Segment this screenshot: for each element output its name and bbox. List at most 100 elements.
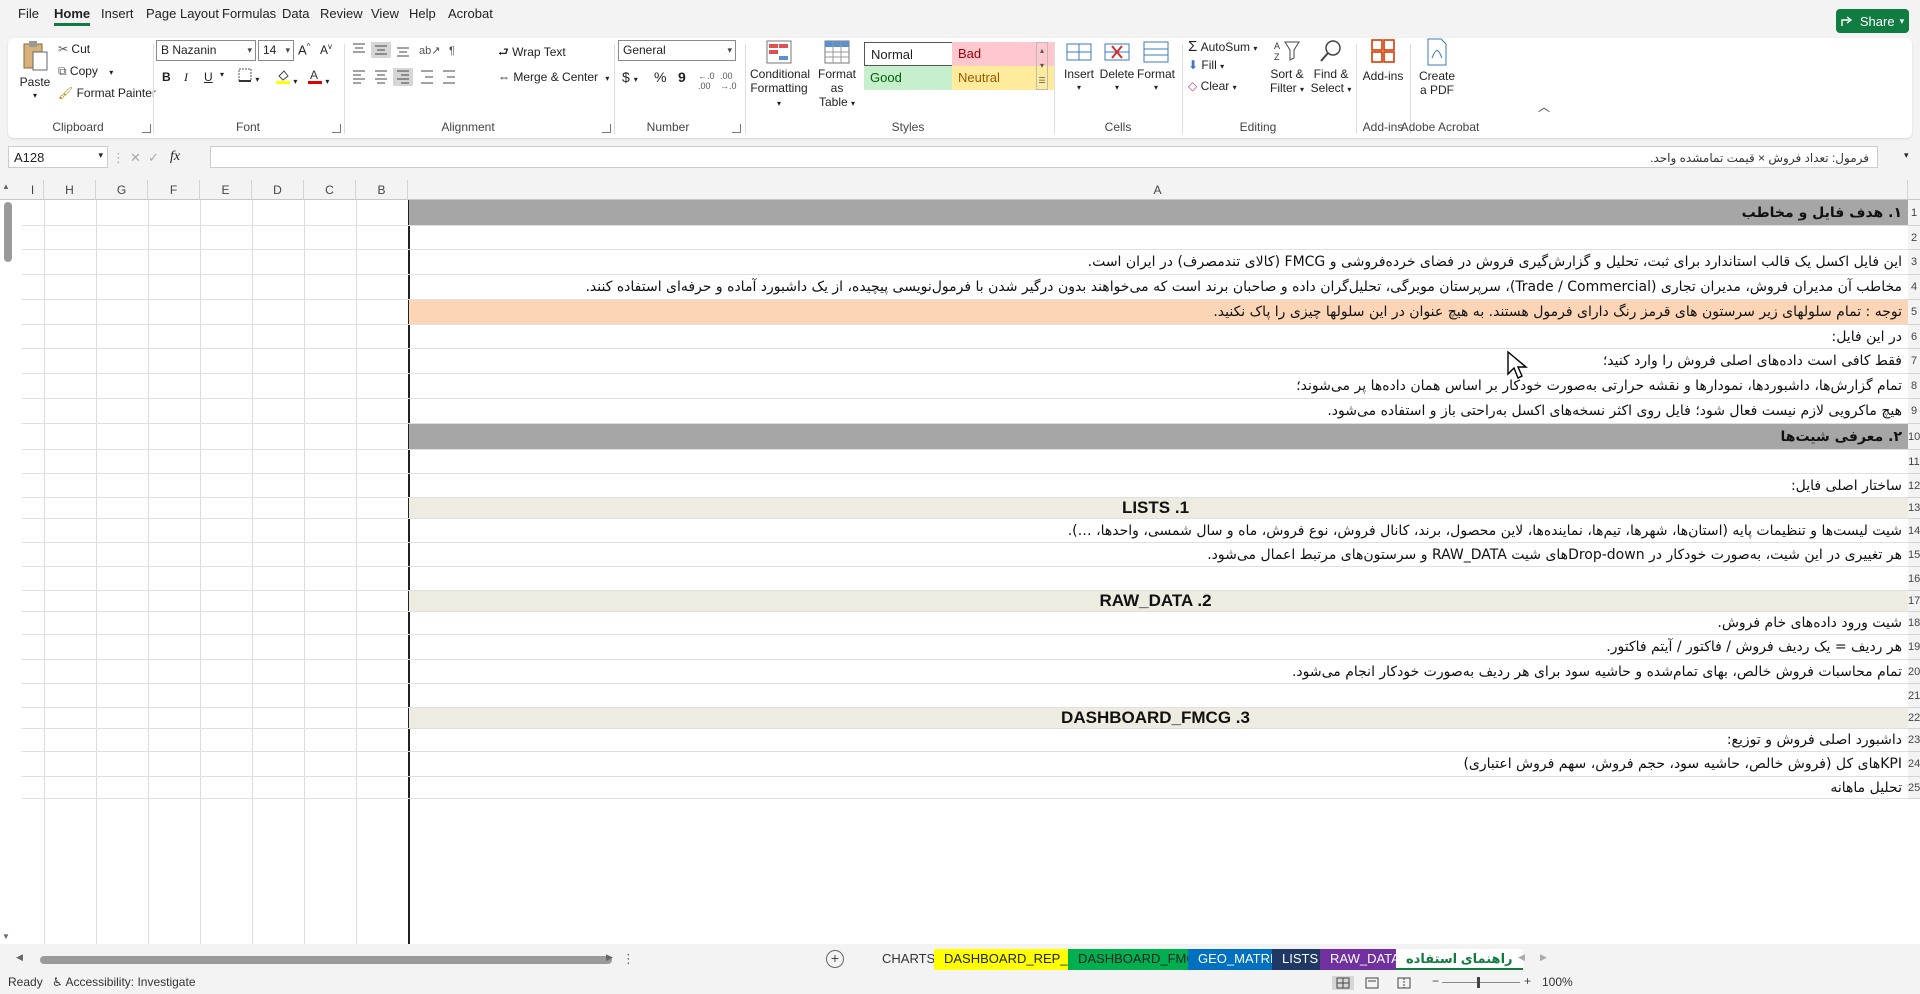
increase-decimal-button[interactable]: ←.0.00 bbox=[698, 71, 715, 91]
cell-a[interactable] bbox=[409, 226, 1908, 249]
decrease-font-button[interactable]: Av bbox=[320, 42, 332, 57]
menu-view[interactable]: View bbox=[371, 6, 399, 21]
number-format-select[interactable]: General ▾ bbox=[618, 40, 736, 61]
cell-a[interactable] bbox=[409, 567, 1908, 590]
add-sheet-button[interactable]: + bbox=[826, 950, 844, 968]
name-box[interactable]: A128 ▾ bbox=[8, 146, 108, 168]
cell-a[interactable]: هیچ ماکرویی لازم نیست فعال شود؛ فایل روی… bbox=[409, 399, 1908, 423]
add-ins-button[interactable]: Add-ins bbox=[1360, 38, 1406, 83]
cell-a[interactable]: داشبورد اصلی فروش و توزیع: bbox=[409, 729, 1908, 751]
horizontal-scrollbar-thumb[interactable] bbox=[40, 956, 612, 964]
column-header-i[interactable]: I bbox=[22, 180, 44, 200]
row-header[interactable]: 3 bbox=[1908, 250, 1920, 275]
menu-insert[interactable]: Insert bbox=[101, 6, 134, 21]
find-select-button[interactable]: Find & Select ▾ bbox=[1310, 38, 1352, 97]
enter-icon[interactable]: ✓ bbox=[148, 150, 159, 166]
alignment-launcher-icon[interactable] bbox=[602, 124, 611, 133]
scroll-left-icon[interactable]: ◀ bbox=[16, 952, 23, 963]
zoom-in-button[interactable]: + bbox=[1524, 974, 1531, 988]
cell-a[interactable]: KPIهای کل (فروش خالص، حاشیه سود، حجم فرو… bbox=[409, 752, 1908, 776]
copy-button[interactable]: ⧉ Copy ▾ bbox=[58, 64, 113, 79]
row-header[interactable]: 12 bbox=[1908, 474, 1920, 498]
scroll-up-icon[interactable]: ▲ bbox=[2, 182, 10, 191]
row-header[interactable]: 8 bbox=[1908, 374, 1920, 399]
row-header[interactable]: 17 bbox=[1908, 591, 1920, 612]
cell-a[interactable]: ۱. هدف فایل و مخاطب bbox=[409, 200, 1908, 225]
expand-formula-icon[interactable]: ▾ bbox=[1904, 150, 1909, 161]
cell-a[interactable]: تمام محاسبات فروش خالص، بهای تمام‌شده و … bbox=[409, 660, 1908, 683]
formula-options-icon[interactable]: ⋮ bbox=[112, 150, 125, 166]
menu-home[interactable]: Home bbox=[54, 6, 91, 26]
number-launcher-icon[interactable] bbox=[732, 124, 741, 133]
row-header[interactable]: 1 bbox=[1908, 200, 1920, 226]
sort-filter-button[interactable]: AZ Sort & Filter ▾ bbox=[1266, 38, 1308, 97]
italic-button[interactable]: I bbox=[184, 70, 188, 85]
scroll-down-icon[interactable]: ▼ bbox=[2, 932, 10, 941]
currency-button[interactable]: $ ▾ bbox=[622, 69, 638, 85]
bold-button[interactable]: B bbox=[162, 70, 171, 84]
menu-page-layout[interactable]: Page Layout bbox=[146, 6, 219, 21]
zoom-slider-thumb[interactable] bbox=[1477, 977, 1480, 988]
fill-button[interactable]: ⬇ Fill ▾ bbox=[1188, 58, 1224, 72]
fill-color-button[interactable]: ▾ bbox=[276, 68, 297, 87]
styles-scroll[interactable]: ▴ ▾ ☰ bbox=[1036, 42, 1048, 90]
cell-a[interactable]: هر ردیف = یک ردیف فروش / فاکتور / آیتم ف… bbox=[409, 635, 1908, 659]
percent-button[interactable]: % bbox=[654, 69, 666, 85]
column-header-f[interactable]: F bbox=[148, 180, 200, 200]
cell-a[interactable]: مخاطب آن مدیران فروش، مدیران تجاری (Trad… bbox=[409, 275, 1908, 299]
column-header-a[interactable]: A bbox=[408, 180, 1908, 200]
menu-review[interactable]: Review bbox=[320, 6, 363, 21]
cell-a[interactable]: این فایل اکسل یک قالب استاندارد برای ثبت… bbox=[409, 250, 1908, 274]
menu-acrobat[interactable]: Acrobat bbox=[448, 6, 493, 21]
tab-scroll-right-icon[interactable]: ▶ bbox=[1540, 952, 1547, 963]
formula-input[interactable]: فرمول: تعداد فروش × قیمت تمامشده واحد. bbox=[210, 146, 1878, 168]
format-as-table-button[interactable]: Format as Table ▾ bbox=[812, 40, 862, 111]
view-buttons[interactable] bbox=[1332, 976, 1418, 990]
insert-cells-button[interactable]: Insert ▾ bbox=[1060, 40, 1098, 95]
vertical-align-icons[interactable]: ab↗ ¶ bbox=[351, 42, 461, 58]
row-header[interactable]: 13 bbox=[1908, 498, 1920, 519]
underline-button[interactable]: U bbox=[204, 70, 213, 84]
cell-a[interactable]: DASHBOARD_FMCG .3 bbox=[409, 708, 1908, 728]
row-header[interactable]: 9 bbox=[1908, 399, 1920, 424]
cell-a[interactable]: توجه : تمام سلولهای زیر سرستون های قرمز … bbox=[409, 300, 1908, 324]
column-header-b[interactable]: B bbox=[356, 180, 408, 200]
zoom-level[interactable]: 100% bbox=[1542, 975, 1573, 989]
delete-cells-button[interactable]: Delete ▾ bbox=[1098, 40, 1136, 95]
tab-options-icon[interactable]: ⋮ bbox=[622, 951, 635, 967]
row-header[interactable]: 18 bbox=[1908, 612, 1920, 635]
vertical-scrollbar-thumb[interactable] bbox=[4, 202, 12, 262]
row-header[interactable]: 5 bbox=[1908, 300, 1920, 325]
row-header[interactable]: 19 bbox=[1908, 635, 1920, 660]
row-header[interactable]: 25 bbox=[1908, 777, 1920, 799]
paste-button[interactable]: Paste ▾ bbox=[18, 40, 52, 103]
row-header[interactable]: 11 bbox=[1908, 450, 1920, 474]
cancel-icon[interactable]: ✕ bbox=[130, 150, 141, 166]
column-header-c[interactable]: C bbox=[304, 180, 356, 200]
row-header[interactable]: 6 bbox=[1908, 325, 1920, 349]
row-header[interactable]: 7 bbox=[1908, 349, 1920, 374]
column-header-h[interactable]: H bbox=[44, 180, 96, 200]
scroll-right-icon[interactable]: ▶ bbox=[606, 952, 613, 963]
cell-a[interactable]: در این فایل: bbox=[409, 325, 1908, 348]
menu-formulas[interactable]: Formulas bbox=[222, 6, 276, 21]
cell-a[interactable]: شیت لیست‌ها و تنظیمات پایه (استان‌ها، شه… bbox=[409, 519, 1908, 542]
clipboard-launcher-icon[interactable] bbox=[142, 124, 151, 133]
cell-a[interactable]: LISTS .1 bbox=[409, 498, 1908, 518]
wrap-text-button[interactable]: ⮐ Wrap Text bbox=[498, 43, 566, 64]
chevron-down-icon[interactable]: ▾ bbox=[220, 70, 224, 79]
row-header[interactable]: 14 bbox=[1908, 519, 1920, 543]
tab-scroll-left-icon[interactable]: ◀ bbox=[1518, 952, 1525, 963]
cell-a[interactable] bbox=[409, 684, 1908, 707]
borders-button[interactable]: ▾ bbox=[238, 68, 259, 85]
menu-help[interactable]: Help bbox=[409, 6, 436, 21]
cell-a[interactable]: ۲. معرفی شیت‌ها bbox=[409, 424, 1908, 449]
cut-button[interactable]: ✂ Cut bbox=[58, 42, 90, 56]
cell-a[interactable]: هر تغییری در این شیت، به‌صورت خودکار در … bbox=[409, 543, 1908, 566]
row-header[interactable]: 21 bbox=[1908, 684, 1920, 708]
column-header-d[interactable]: D bbox=[252, 180, 304, 200]
column-header-g[interactable]: G bbox=[96, 180, 148, 200]
menu-data[interactable]: Data bbox=[282, 6, 309, 21]
zoom-out-button[interactable]: − bbox=[1432, 974, 1439, 988]
row-header[interactable]: 16 bbox=[1908, 567, 1920, 591]
